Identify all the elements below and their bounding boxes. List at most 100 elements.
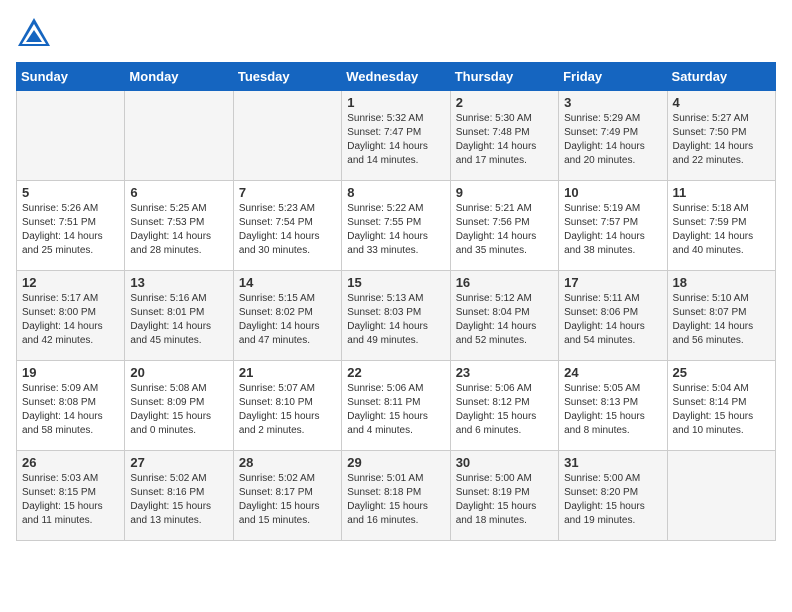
- day-info: Sunrise: 5:18 AM Sunset: 7:59 PM Dayligh…: [673, 202, 770, 258]
- day-number: 11: [673, 185, 770, 200]
- week-row-2: 5Sunrise: 5:26 AM Sunset: 7:51 PM Daylig…: [17, 181, 776, 271]
- day-number: 27: [130, 455, 227, 470]
- calendar-cell: 14 Sunrise: 5:15 AM Sunset: 8:02 PM Dayli…: [233, 271, 341, 361]
- header-day-friday: Friday: [559, 63, 667, 91]
- header-day-tuesday: Tuesday: [233, 63, 341, 91]
- day-number: 14: [239, 275, 336, 290]
- day-number: 18: [673, 275, 770, 290]
- day-number: 28: [239, 455, 336, 470]
- calendar-cell: 22Sunrise: 5:06 AM Sunset: 8:11 PM Dayli…: [342, 361, 450, 451]
- day-number: 3: [564, 95, 661, 110]
- calendar-cell: 15 Sunrise: 5:13 AM Sunset: 8:03 PM Dayli…: [342, 271, 450, 361]
- calendar-cell: 11 Sunrise: 5:18 AM Sunset: 7:59 PM Dayli…: [667, 181, 775, 271]
- day-number: 25: [673, 365, 770, 380]
- day-number: 26: [22, 455, 119, 470]
- day-number: 2: [456, 95, 553, 110]
- calendar-cell: 16Sunrise: 5:12 AM Sunset: 8:04 PM Dayli…: [450, 271, 558, 361]
- week-row-3: 12Sunrise: 5:17 AM Sunset: 8:00 PM Dayli…: [17, 271, 776, 361]
- day-number: 17: [564, 275, 661, 290]
- day-info: Sunrise: 5:32 AM Sunset: 7:47 PM Dayligh…: [347, 112, 444, 168]
- calendar-cell: 7 Sunrise: 5:23 AM Sunset: 7:54 PM Daylig…: [233, 181, 341, 271]
- day-info: Sunrise: 5:25 AM Sunset: 7:53 PM Dayligh…: [130, 202, 227, 258]
- calendar-cell: 28 Sunrise: 5:02 AM Sunset: 8:17 PM Dayli…: [233, 451, 341, 541]
- day-info: Sunrise: 5:04 AM Sunset: 8:14 PM Dayligh…: [673, 382, 770, 438]
- day-number: 7: [239, 185, 336, 200]
- day-number: 19: [22, 365, 119, 380]
- logo: [16, 16, 56, 52]
- day-number: 16: [456, 275, 553, 290]
- calendar-cell: 9 Sunrise: 5:21 AM Sunset: 7:56 PM Daylig…: [450, 181, 558, 271]
- calendar-cell: [667, 451, 775, 541]
- calendar-cell: 21Sunrise: 5:07 AM Sunset: 8:10 PM Dayli…: [233, 361, 341, 451]
- day-number: 10: [564, 185, 661, 200]
- header-row: SundayMondayTuesdayWednesdayThursdayFrid…: [17, 63, 776, 91]
- day-number: 30: [456, 455, 553, 470]
- day-number: 31: [564, 455, 661, 470]
- day-info: Sunrise: 5:22 AM Sunset: 7:55 PM Dayligh…: [347, 202, 444, 258]
- header-day-wednesday: Wednesday: [342, 63, 450, 91]
- day-number: 4: [673, 95, 770, 110]
- calendar-cell: 20Sunrise: 5:08 AM Sunset: 8:09 PM Dayli…: [125, 361, 233, 451]
- calendar-cell: [17, 91, 125, 181]
- calendar-cell: 24Sunrise: 5:05 AM Sunset: 8:13 PM Dayli…: [559, 361, 667, 451]
- calendar-cell: [125, 91, 233, 181]
- calendar-cell: 13Sunrise: 5:16 AM Sunset: 8:01 PM Dayli…: [125, 271, 233, 361]
- day-number: 5: [22, 185, 119, 200]
- page-header: [16, 16, 776, 52]
- day-info: Sunrise: 5:19 AM Sunset: 7:57 PM Dayligh…: [564, 202, 661, 258]
- header-day-saturday: Saturday: [667, 63, 775, 91]
- day-number: 13: [130, 275, 227, 290]
- day-info: Sunrise: 5:08 AM Sunset: 8:09 PM Dayligh…: [130, 382, 227, 438]
- day-info: Sunrise: 5:03 AM Sunset: 8:15 PM Dayligh…: [22, 472, 119, 528]
- day-number: 6: [130, 185, 227, 200]
- day-number: 15: [347, 275, 444, 290]
- day-info: Sunrise: 5:30 AM Sunset: 7:48 PM Dayligh…: [456, 112, 553, 168]
- calendar-cell: 31 Sunrise: 5:00 AM Sunset: 8:20 PM Dayli…: [559, 451, 667, 541]
- calendar-body: 1Sunrise: 5:32 AM Sunset: 7:47 PM Daylig…: [17, 91, 776, 541]
- calendar-cell: 5Sunrise: 5:26 AM Sunset: 7:51 PM Daylig…: [17, 181, 125, 271]
- day-number: 29: [347, 455, 444, 470]
- calendar-cell: 27 Sunrise: 5:02 AM Sunset: 8:16 PM Dayli…: [125, 451, 233, 541]
- calendar-cell: 3 Sunrise: 5:29 AM Sunset: 7:49 PM Daylig…: [559, 91, 667, 181]
- calendar-cell: [233, 91, 341, 181]
- day-number: 23: [456, 365, 553, 380]
- day-info: Sunrise: 5:13 AM Sunset: 8:03 PM Dayligh…: [347, 292, 444, 348]
- day-info: Sunrise: 5:01 AM Sunset: 8:18 PM Dayligh…: [347, 472, 444, 528]
- day-info: Sunrise: 5:27 AM Sunset: 7:50 PM Dayligh…: [673, 112, 770, 168]
- day-info: Sunrise: 5:02 AM Sunset: 8:17 PM Dayligh…: [239, 472, 336, 528]
- calendar-cell: 23Sunrise: 5:06 AM Sunset: 8:12 PM Dayli…: [450, 361, 558, 451]
- week-row-4: 19 Sunrise: 5:09 AM Sunset: 8:08 PM Dayli…: [17, 361, 776, 451]
- week-row-5: 26 Sunrise: 5:03 AM Sunset: 8:15 PM Dayli…: [17, 451, 776, 541]
- header-day-monday: Monday: [125, 63, 233, 91]
- calendar-cell: 12Sunrise: 5:17 AM Sunset: 8:00 PM Dayli…: [17, 271, 125, 361]
- calendar-cell: 19 Sunrise: 5:09 AM Sunset: 8:08 PM Dayli…: [17, 361, 125, 451]
- day-number: 21: [239, 365, 336, 380]
- calendar-cell: 10 Sunrise: 5:19 AM Sunset: 7:57 PM Dayli…: [559, 181, 667, 271]
- day-info: Sunrise: 5:29 AM Sunset: 7:49 PM Dayligh…: [564, 112, 661, 168]
- header-day-sunday: Sunday: [17, 63, 125, 91]
- calendar-cell: 1Sunrise: 5:32 AM Sunset: 7:47 PM Daylig…: [342, 91, 450, 181]
- day-info: Sunrise: 5:11 AM Sunset: 8:06 PM Dayligh…: [564, 292, 661, 348]
- day-number: 24: [564, 365, 661, 380]
- day-info: Sunrise: 5:00 AM Sunset: 8:20 PM Dayligh…: [564, 472, 661, 528]
- day-number: 9: [456, 185, 553, 200]
- calendar-cell: 25 Sunrise: 5:04 AM Sunset: 8:14 PM Dayli…: [667, 361, 775, 451]
- day-info: Sunrise: 5:15 AM Sunset: 8:02 PM Dayligh…: [239, 292, 336, 348]
- day-number: 8: [347, 185, 444, 200]
- header-day-thursday: Thursday: [450, 63, 558, 91]
- calendar-cell: 29 Sunrise: 5:01 AM Sunset: 8:18 PM Dayli…: [342, 451, 450, 541]
- calendar-header: SundayMondayTuesdayWednesdayThursdayFrid…: [17, 63, 776, 91]
- day-number: 12: [22, 275, 119, 290]
- calendar-cell: 2 Sunrise: 5:30 AM Sunset: 7:48 PM Daylig…: [450, 91, 558, 181]
- day-info: Sunrise: 5:21 AM Sunset: 7:56 PM Dayligh…: [456, 202, 553, 258]
- week-row-1: 1Sunrise: 5:32 AM Sunset: 7:47 PM Daylig…: [17, 91, 776, 181]
- logo-icon: [16, 16, 52, 52]
- calendar-cell: 6 Sunrise: 5:25 AM Sunset: 7:53 PM Daylig…: [125, 181, 233, 271]
- day-info: Sunrise: 5:23 AM Sunset: 7:54 PM Dayligh…: [239, 202, 336, 258]
- day-info: Sunrise: 5:02 AM Sunset: 8:16 PM Dayligh…: [130, 472, 227, 528]
- calendar-cell: 17 Sunrise: 5:11 AM Sunset: 8:06 PM Dayli…: [559, 271, 667, 361]
- calendar-table: SundayMondayTuesdayWednesdayThursdayFrid…: [16, 62, 776, 541]
- day-info: Sunrise: 5:09 AM Sunset: 8:08 PM Dayligh…: [22, 382, 119, 438]
- day-info: Sunrise: 5:00 AM Sunset: 8:19 PM Dayligh…: [456, 472, 553, 528]
- calendar-cell: 18Sunrise: 5:10 AM Sunset: 8:07 PM Dayli…: [667, 271, 775, 361]
